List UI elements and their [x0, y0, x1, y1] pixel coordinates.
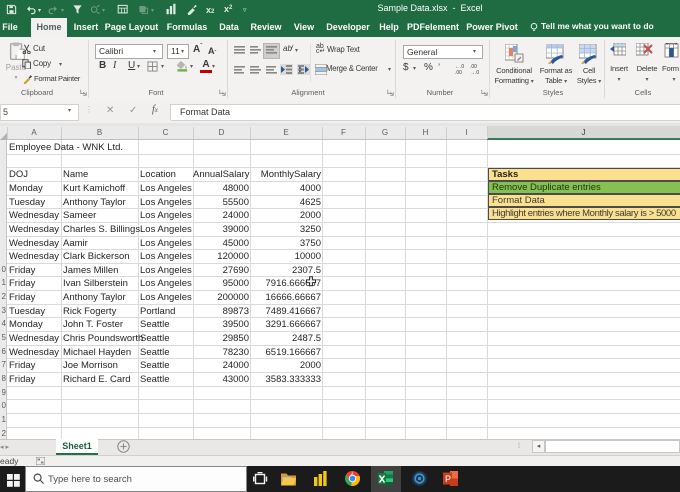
svg-text:→.0: →.0 [470, 70, 479, 74]
svg-text:.00: .00 [455, 70, 462, 74]
svg-text:P: P [445, 474, 451, 484]
